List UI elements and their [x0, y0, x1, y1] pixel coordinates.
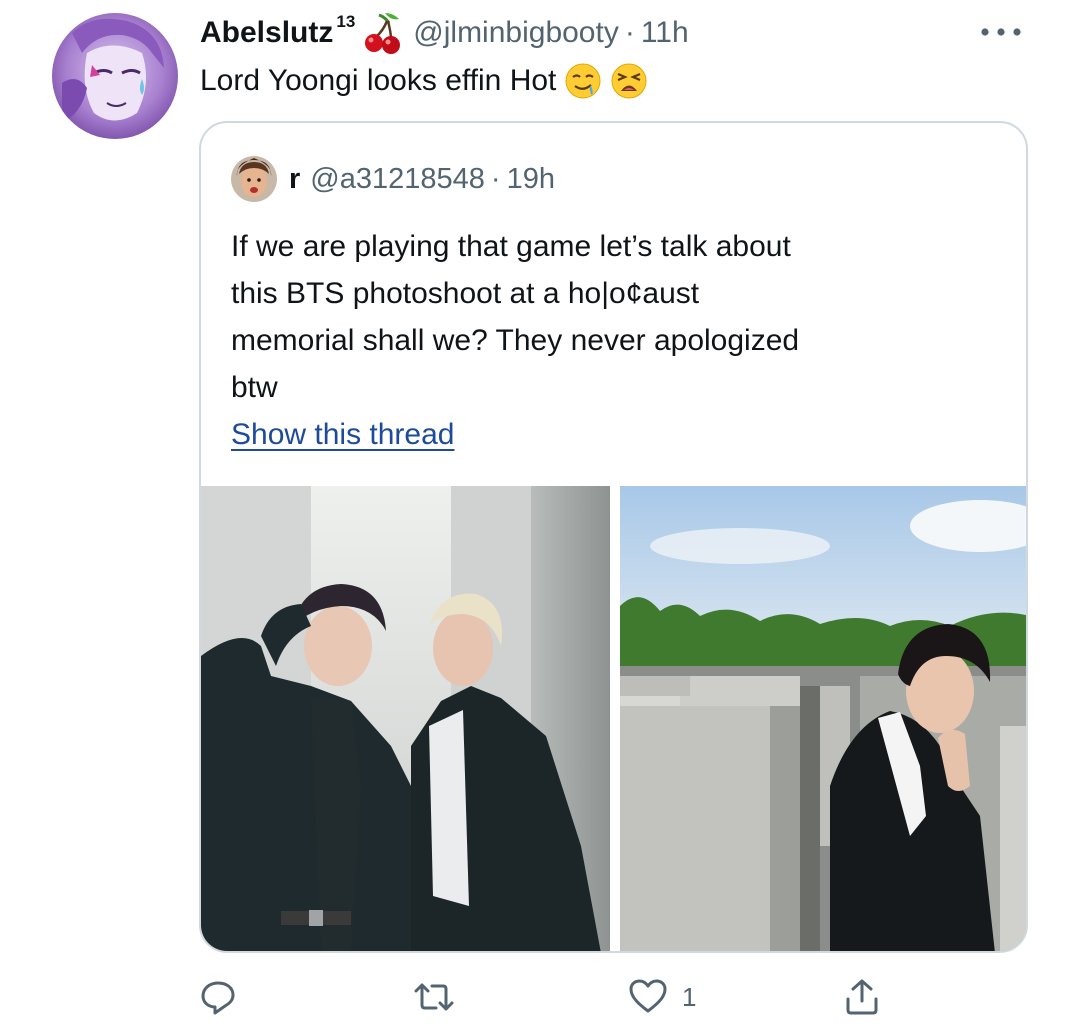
reply-icon	[201, 981, 235, 1015]
tweet-header: Abelslutz 13 @jlminbigbooty · 11h	[200, 10, 689, 56]
like-button[interactable]: 1	[628, 974, 696, 1020]
quoted-tweet-time[interactable]: 19h	[507, 163, 555, 196]
retweet-icon	[414, 983, 454, 1011]
user-avatar[interactable]	[52, 13, 178, 139]
cherry-icon	[363, 11, 403, 55]
heart-icon	[629, 979, 667, 1013]
quoted-tweet-text: If we are playing that game let’s talk a…	[231, 223, 1001, 411]
user-handle[interactable]: @jlminbigbooty	[413, 16, 619, 50]
media-photo-right[interactable]	[620, 486, 1026, 951]
quoted-text-line: btw	[231, 371, 278, 404]
like-count: 1	[682, 981, 697, 1012]
quoted-text-line: If we are playing that game let’s talk a…	[231, 230, 791, 263]
tweet-text-content: Lord Yoongi looks effin Hot	[200, 64, 557, 97]
share-button[interactable]	[842, 974, 882, 1020]
quoted-user-handle[interactable]: @a31218548	[310, 163, 485, 196]
quoted-header-separator: ·	[490, 162, 501, 195]
tweet-text: Lord Yoongi looks effin Hot	[200, 60, 648, 102]
media-photo-left[interactable]	[201, 486, 610, 951]
show-thread-link[interactable]: Show this thread	[231, 418, 454, 452]
quoted-tweet-card[interactable]: r @a31218548 · 19h If we are playing tha…	[199, 121, 1028, 953]
quoted-display-name[interactable]: r	[289, 163, 300, 196]
tweet-action-bar: 1	[0, 966, 1079, 1026]
weary-face-icon	[610, 62, 648, 100]
tweet-time[interactable]: 11h	[641, 16, 689, 50]
share-icon	[846, 979, 878, 1015]
quoted-text-line: this BTS photoshoot at a ho|o¢aust	[231, 277, 700, 310]
display-name[interactable]: Abelslutz	[200, 16, 333, 50]
retweet-button[interactable]	[414, 974, 454, 1020]
quoted-user-avatar	[231, 156, 277, 202]
header-separator: ·	[624, 16, 635, 49]
quoted-text-line: memorial shall we? They never apologized	[231, 324, 800, 357]
name-superscript: 13	[336, 12, 356, 31]
reply-button[interactable]	[198, 974, 238, 1020]
more-options-icon[interactable]	[978, 22, 1024, 42]
drooling-face-icon	[564, 62, 602, 100]
quoted-media	[201, 486, 1026, 951]
quoted-tweet-header: r @a31218548 · 19h	[231, 155, 555, 203]
